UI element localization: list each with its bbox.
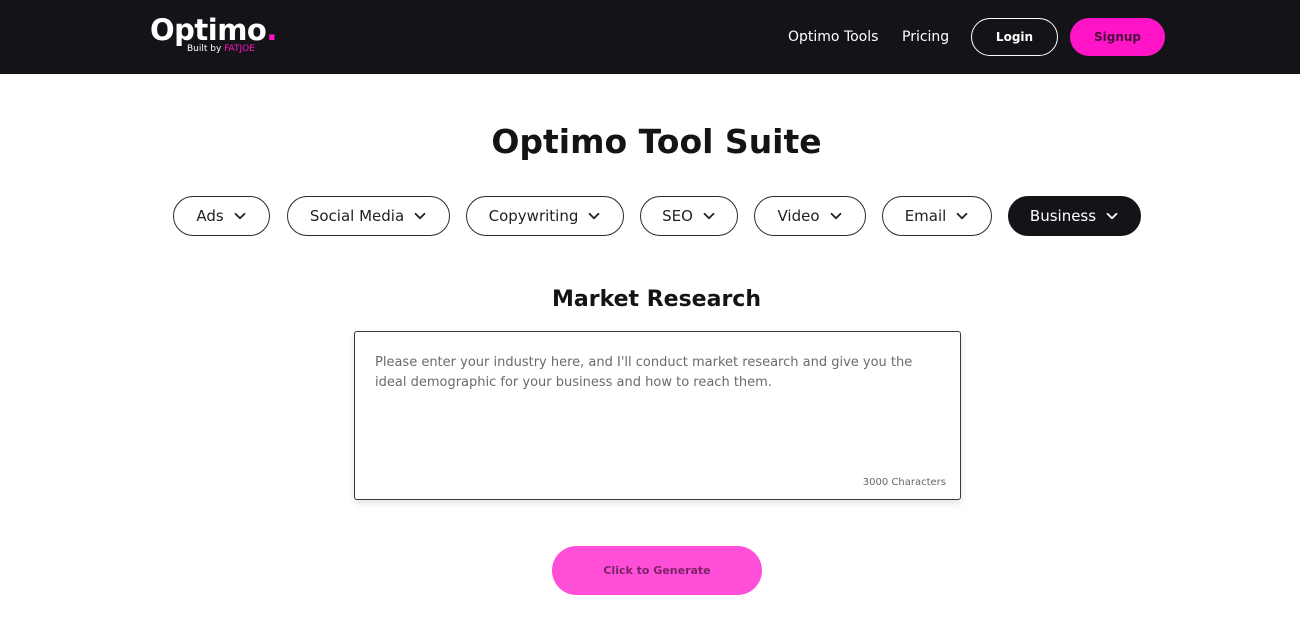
category-label: Email xyxy=(904,207,947,225)
login-button[interactable]: Login xyxy=(971,18,1058,56)
logo-dot: . xyxy=(266,13,277,47)
category-video-dropdown[interactable]: Video xyxy=(754,196,866,236)
chevron-down-icon xyxy=(1106,212,1118,220)
chevron-down-icon xyxy=(956,212,968,220)
page-title: Optimo Tool Suite xyxy=(491,122,822,161)
generate-button[interactable]: Click to Generate xyxy=(552,546,762,595)
category-email-dropdown[interactable]: Email xyxy=(882,196,992,236)
chevron-down-icon xyxy=(703,212,715,220)
chevron-down-icon xyxy=(588,212,600,220)
industry-input-box: 3000 Characters xyxy=(354,331,961,500)
chevron-down-icon xyxy=(414,212,426,220)
industry-input[interactable] xyxy=(375,353,935,473)
character-limit: 3000 Characters xyxy=(862,477,946,488)
category-label: Copywriting xyxy=(488,207,579,225)
logo-tagline: Built by FATJOE xyxy=(187,44,255,54)
logo-brand: FATJOE xyxy=(224,44,255,54)
category-seo-dropdown[interactable]: SEO xyxy=(640,196,738,236)
top-navbar: Optimo. Built by FATJOE Optimo Tools Pri… xyxy=(0,0,1300,74)
nav-link-pricing[interactable]: Pricing xyxy=(902,27,949,47)
nav-link-optimo-tools[interactable]: Optimo Tools xyxy=(788,27,878,47)
category-label: Video xyxy=(777,207,820,225)
category-label: Ads xyxy=(196,207,224,225)
category-label: Business xyxy=(1029,207,1097,225)
category-label: SEO xyxy=(662,207,693,225)
logo-wordmark: Optimo. xyxy=(150,13,277,47)
category-label: Social Media xyxy=(309,207,405,225)
category-copywriting-dropdown[interactable]: Copywriting xyxy=(466,196,624,236)
chevron-down-icon xyxy=(234,212,246,220)
chevron-down-icon xyxy=(830,212,841,220)
signup-button[interactable]: Signup xyxy=(1070,18,1165,56)
category-business-dropdown[interactable]: Business xyxy=(1008,196,1141,236)
tool-title: Market Research xyxy=(552,287,761,312)
optimo-logo[interactable]: Optimo. Built by FATJOE xyxy=(150,13,277,54)
category-ads-dropdown[interactable]: Ads xyxy=(173,196,270,236)
category-social-media-dropdown[interactable]: Social Media xyxy=(287,196,450,236)
